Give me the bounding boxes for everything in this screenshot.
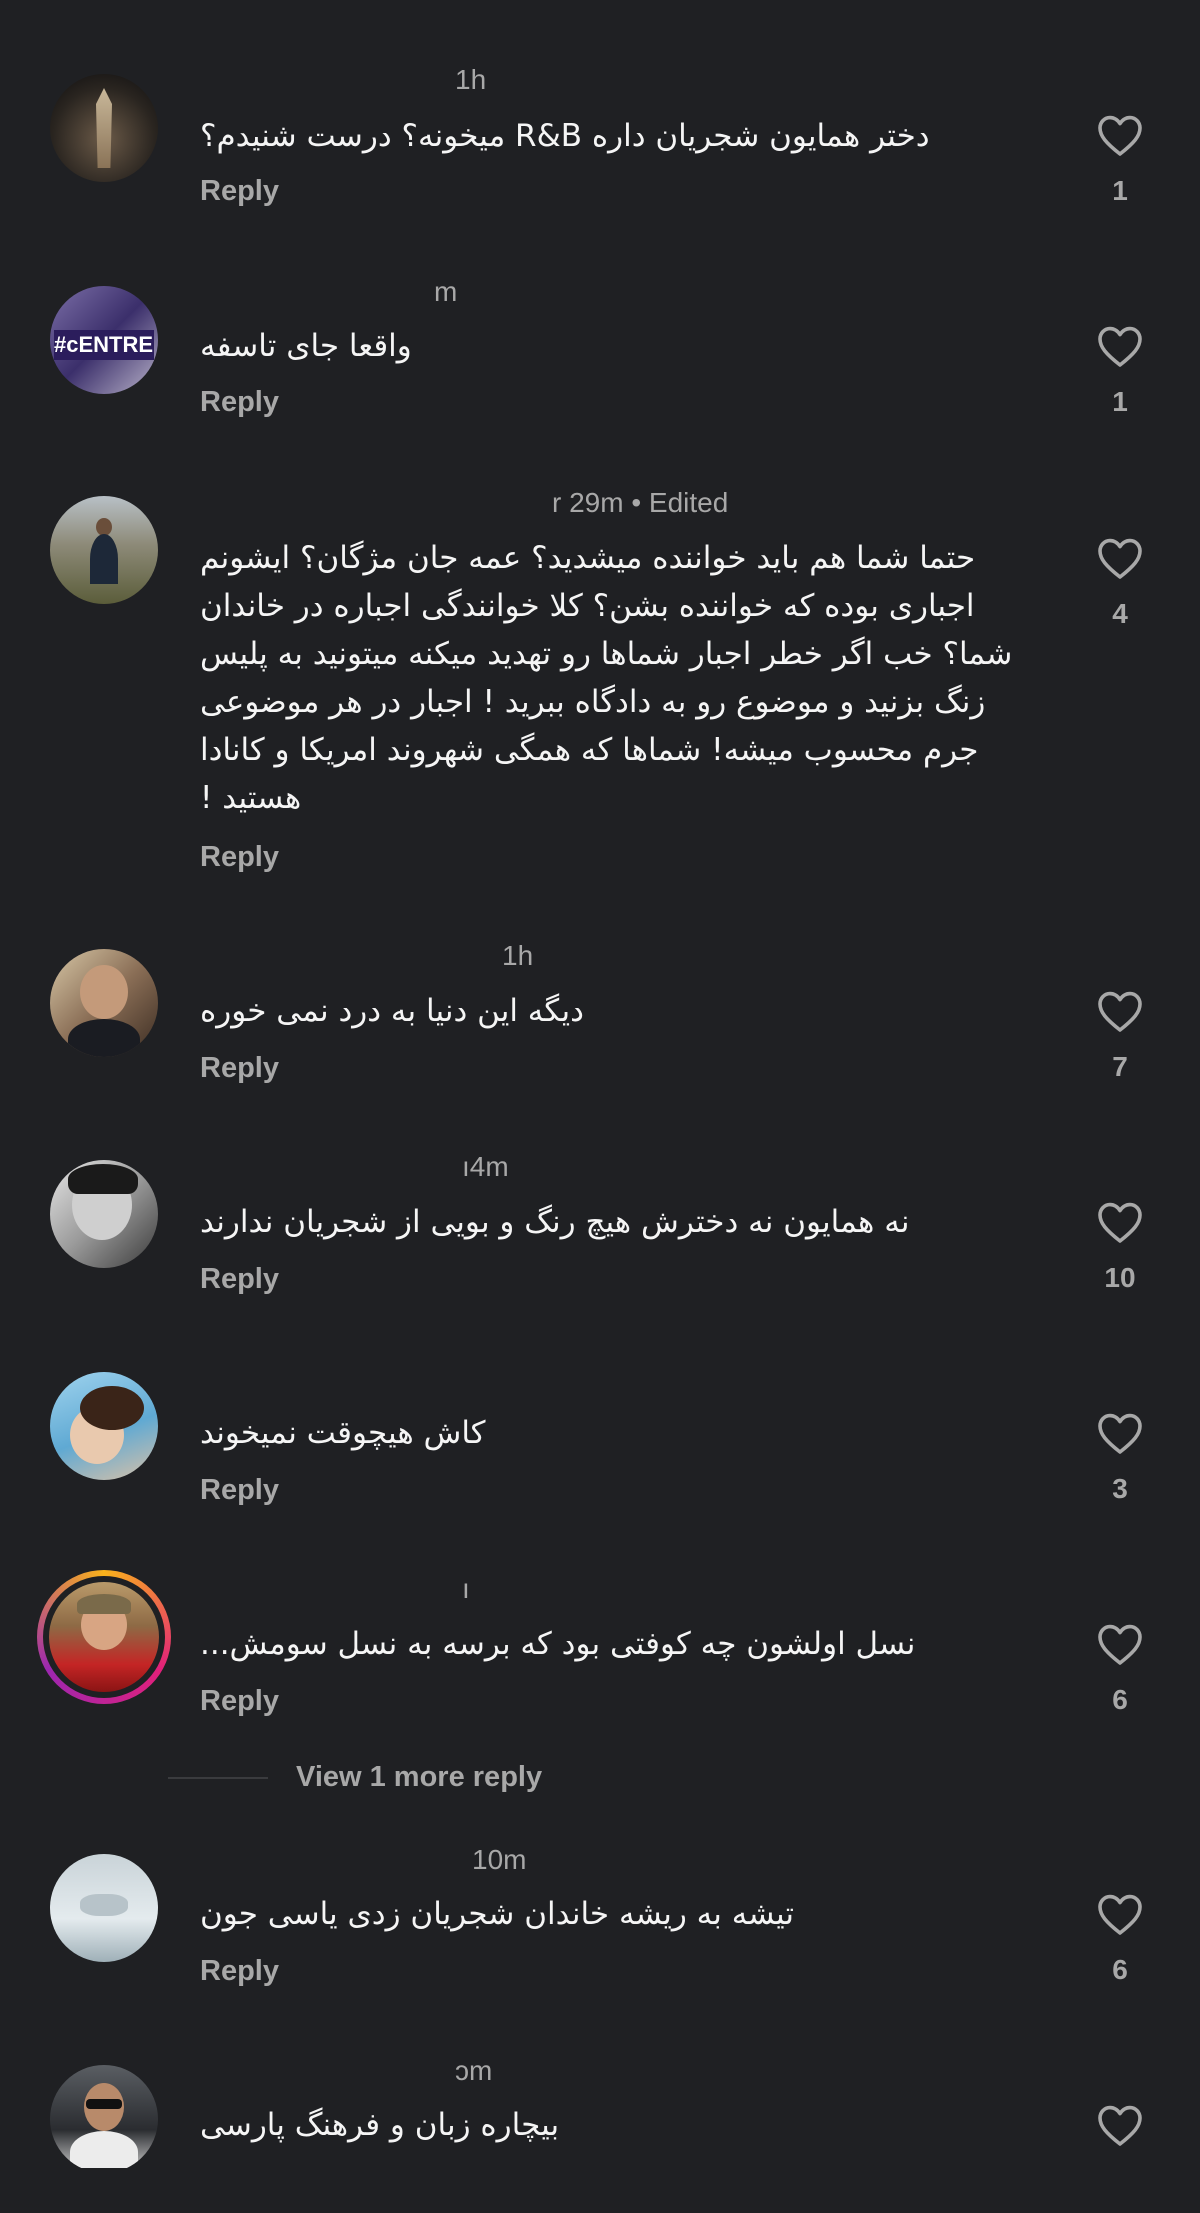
avatar[interactable]: #ᴄENTRE — [50, 286, 158, 394]
heart-outline-icon[interactable] — [1096, 988, 1144, 1034]
hair-shape — [80, 1386, 144, 1430]
heart-outline-icon[interactable] — [1096, 535, 1144, 581]
comment-time: r 29m • Edited — [552, 487, 729, 518]
person-body — [68, 1019, 140, 1057]
comment-text: واقعا جای تاسفه — [200, 328, 412, 364]
like-count: 10 — [1104, 1262, 1136, 1293]
comment-text: حتما شما هم باید خواننده میشدید؟ عمه جان… — [200, 540, 1013, 816]
cap-shape — [77, 1594, 131, 1614]
comment-text: تیشه به ریشه خاندان شجریان زدی یاسی جون — [200, 1896, 795, 1932]
comment-text: دختر همایون شجریان داره R&B میخونه؟ درست… — [200, 118, 930, 154]
reply-button[interactable]: Reply — [200, 386, 279, 419]
reply-button[interactable]: Reply — [200, 175, 279, 208]
avatar[interactable] — [50, 949, 158, 1057]
reply-button[interactable]: Reply — [200, 1474, 279, 1507]
reply-button[interactable]: Reply — [200, 841, 279, 874]
like-count: 3 — [1112, 1473, 1128, 1504]
comment-time: 1h — [455, 64, 487, 95]
heart-outline-icon[interactable] — [1096, 323, 1144, 369]
heart-outline-icon[interactable] — [1096, 1410, 1144, 1456]
bottom-edge — [0, 2168, 1200, 2213]
view-more-replies-button[interactable]: View 1 more reply — [296, 1761, 542, 1794]
comment-text: بیچاره زبان و فرهنگ پارسی — [200, 2107, 560, 2143]
like-count: 1 — [1112, 386, 1128, 417]
like-count: 7 — [1112, 1051, 1128, 1082]
tower-shape — [96, 88, 112, 168]
person-head — [80, 965, 128, 1019]
comment-time: ɔm — [455, 2055, 493, 2086]
avatar-with-story-ring[interactable] — [37, 1570, 171, 1704]
replies-divider-line — [168, 1777, 268, 1779]
comment-time: 10m — [472, 1844, 527, 1875]
avatar[interactable] — [50, 1854, 158, 1962]
reply-button[interactable]: Reply — [200, 1052, 279, 1085]
person-body — [90, 534, 118, 584]
reply-button[interactable]: Reply — [200, 1263, 279, 1296]
heart-outline-icon[interactable] — [1096, 1199, 1144, 1245]
comment-text: کاش هیچوقت نمیخوند — [200, 1415, 486, 1451]
comment-text: نسل اولشون چه کوفتی بود که برسه به نسل س… — [200, 1626, 916, 1662]
inscription-shape — [80, 1894, 128, 1916]
like-count: 1 — [1112, 175, 1128, 206]
person-body — [70, 2131, 138, 2173]
story-ring-gap — [43, 1576, 165, 1698]
comment-time: m — [434, 276, 458, 307]
comment-text: نه همایون نه دخترش هیچ رنگ و بویی از شجر… — [200, 1204, 910, 1240]
like-count: 4 — [1112, 598, 1128, 629]
heart-outline-icon[interactable] — [1096, 1621, 1144, 1667]
avatar[interactable] — [50, 2065, 158, 2173]
reply-button[interactable]: Reply — [200, 1685, 279, 1718]
avatar-image — [49, 1582, 159, 1692]
avatar[interactable] — [50, 1160, 158, 1268]
comment-time: 1h — [502, 940, 534, 971]
avatar[interactable] — [50, 74, 158, 182]
hair-shape — [68, 1164, 138, 1194]
comment-text: دیگه این دنیا به درد نمی خوره — [200, 993, 584, 1029]
centre-sign-shape: #ᴄENTRE — [54, 330, 154, 360]
heart-outline-icon[interactable] — [1096, 1891, 1144, 1937]
reply-button[interactable]: Reply — [200, 1955, 279, 1988]
comment-time: ı — [462, 1573, 470, 1604]
sunglasses-shape — [86, 2099, 122, 2109]
avatar[interactable] — [50, 1372, 158, 1480]
avatar[interactable] — [50, 496, 158, 604]
heart-outline-icon[interactable] — [1096, 2102, 1144, 2148]
like-count: 6 — [1112, 1954, 1128, 1985]
like-count: 6 — [1112, 1684, 1128, 1715]
comment-time: ı4m — [462, 1151, 509, 1182]
heart-outline-icon[interactable] — [1096, 112, 1144, 158]
